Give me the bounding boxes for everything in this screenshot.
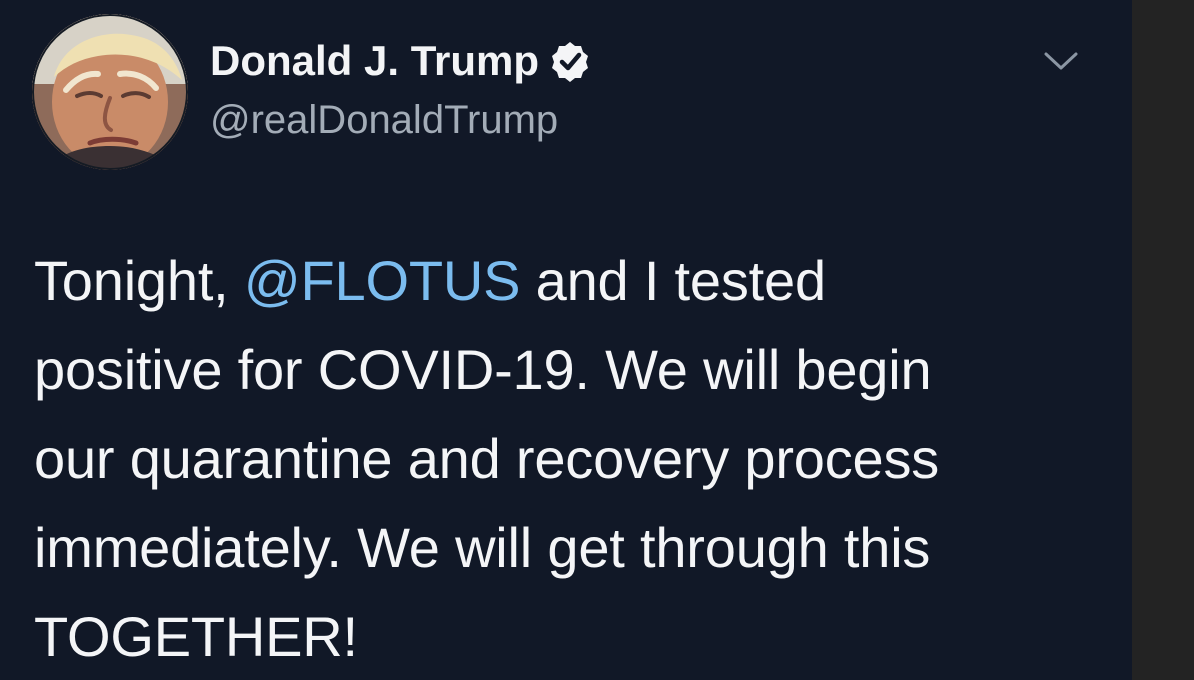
tweet-screenshot: Donald J. Trump @realDonaldTrump Tonight… [0,0,1194,680]
tweet-text-line-5: TOGETHER! [34,605,358,668]
tweet-text-line-4: immediately. We will get through this [34,516,931,579]
chevron-down-icon[interactable] [1040,47,1082,75]
tweet-text-prefix: Tonight, [34,249,244,312]
tweet-body: Tonight, @FLOTUS and I tested positive f… [34,236,1044,680]
screen-right-edge [1132,0,1194,680]
tweet-text-line-1: Tonight, @FLOTUS and I tested [34,236,1044,325]
author-name-row[interactable]: Donald J. Trump [210,40,591,82]
tweet-card: Donald J. Trump @realDonaldTrump Tonight… [0,0,1132,680]
tweet-text-line-3: our quarantine and recovery process [34,427,940,490]
author-avatar[interactable] [32,14,188,170]
mention-link-flotus[interactable]: @FLOTUS [244,249,521,312]
author-handle[interactable]: @realDonaldTrump [210,100,558,140]
tweet-text-suffix: and I tested [520,249,826,312]
profile-avatar [32,14,188,170]
tweet-text-line-2: positive for COVID-19. We will begin [34,338,932,401]
verified-badge-icon [549,40,591,82]
author-display-name[interactable]: Donald J. Trump [210,40,539,82]
